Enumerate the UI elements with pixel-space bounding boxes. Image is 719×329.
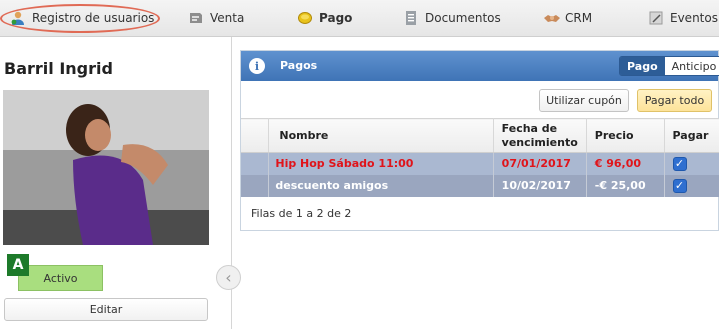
top-toolbar: Registro de usuarios Venta Pago Document…: [0, 0, 719, 37]
segment-anticipo[interactable]: Anticipo: [664, 57, 719, 75]
tab-eventos[interactable]: Eventos re: [648, 0, 719, 36]
payment-mode-toggle: Pago Anticipo: [619, 56, 719, 76]
cell-nombre: Hip Hop Sábado 11:00: [268, 152, 494, 175]
pagination-summary: Filas de 1 a 2 de 2: [251, 207, 352, 220]
cell-fecha: 07/01/2017: [493, 152, 587, 175]
cell-precio: -€ 25,00: [586, 174, 665, 197]
profile-photo: [3, 90, 209, 245]
tab-documentos[interactable]: Documentos: [403, 0, 501, 36]
pagar-checkbox[interactable]: ✓: [672, 178, 687, 193]
document-icon: [403, 10, 419, 26]
payments-title: Pagos: [280, 59, 318, 72]
tab-label: Eventos re: [670, 11, 719, 25]
payments-panel: i Pagos Pago Anticipo Utilizar cupón Pag…: [240, 50, 719, 231]
payments-header: i Pagos Pago Anticipo: [241, 51, 719, 81]
cell-fecha: 10/02/2017: [493, 174, 587, 197]
cell-pagar: ✓: [664, 152, 719, 175]
use-coupon-button[interactable]: Utilizar cupón: [539, 89, 629, 112]
tab-pago[interactable]: Pago: [297, 0, 352, 36]
tab-label: Venta: [210, 11, 245, 25]
tab-label: Pago: [319, 11, 353, 25]
table-row[interactable]: descuento amigos 10/02/2017 -€ 25,00 ✓: [241, 174, 719, 197]
payments-table: Nombre Fecha de vencimiento Precio Pagar…: [241, 118, 719, 197]
tab-label: Documentos: [425, 11, 501, 25]
collapse-panel-button[interactable]: ‹: [216, 265, 241, 290]
coin-icon: [297, 10, 313, 26]
cell-nombre: descuento amigos: [268, 174, 494, 197]
chevron-left-icon: ‹: [225, 268, 232, 287]
event-icon: [648, 10, 664, 26]
tab-label: Registro de usuarios: [32, 11, 155, 25]
row-select-cell: [241, 152, 270, 175]
tab-venta[interactable]: Venta: [188, 0, 244, 36]
row-select-cell: [241, 174, 270, 197]
profile-panel: Barril Ingrid Activo A Editar: [0, 37, 232, 329]
account-type-badge: A: [7, 254, 29, 276]
pagar-checkbox[interactable]: ✓: [672, 156, 687, 171]
cell-pagar: ✓: [664, 174, 719, 197]
profile-name: Barril Ingrid: [4, 59, 113, 78]
handshake-icon: [543, 10, 560, 26]
table-header-row: Nombre Fecha de vencimiento Precio Pagar: [241, 118, 719, 153]
column-select: [241, 118, 270, 153]
column-fecha[interactable]: Fecha de vencimiento: [493, 118, 587, 153]
user-register-icon: [10, 10, 26, 26]
pay-all-button[interactable]: Pagar todo: [637, 89, 712, 112]
info-icon[interactable]: i: [249, 58, 265, 74]
column-pagar[interactable]: Pagar: [664, 118, 719, 153]
cell-precio: € 96,00: [586, 152, 665, 175]
edit-button[interactable]: Editar: [4, 298, 208, 321]
tab-registro-usuarios[interactable]: Registro de usuarios: [10, 0, 154, 36]
segment-pago[interactable]: Pago: [620, 57, 665, 75]
table-row[interactable]: Hip Hop Sábado 11:00 07/01/2017 € 96,00 …: [241, 152, 719, 175]
tab-label: CRM: [565, 11, 593, 25]
column-precio[interactable]: Precio: [586, 118, 665, 153]
tab-crm[interactable]: CRM: [543, 0, 592, 36]
sale-icon: [188, 10, 204, 26]
column-nombre[interactable]: Nombre: [268, 118, 494, 153]
status-badge: Activo: [18, 265, 103, 291]
